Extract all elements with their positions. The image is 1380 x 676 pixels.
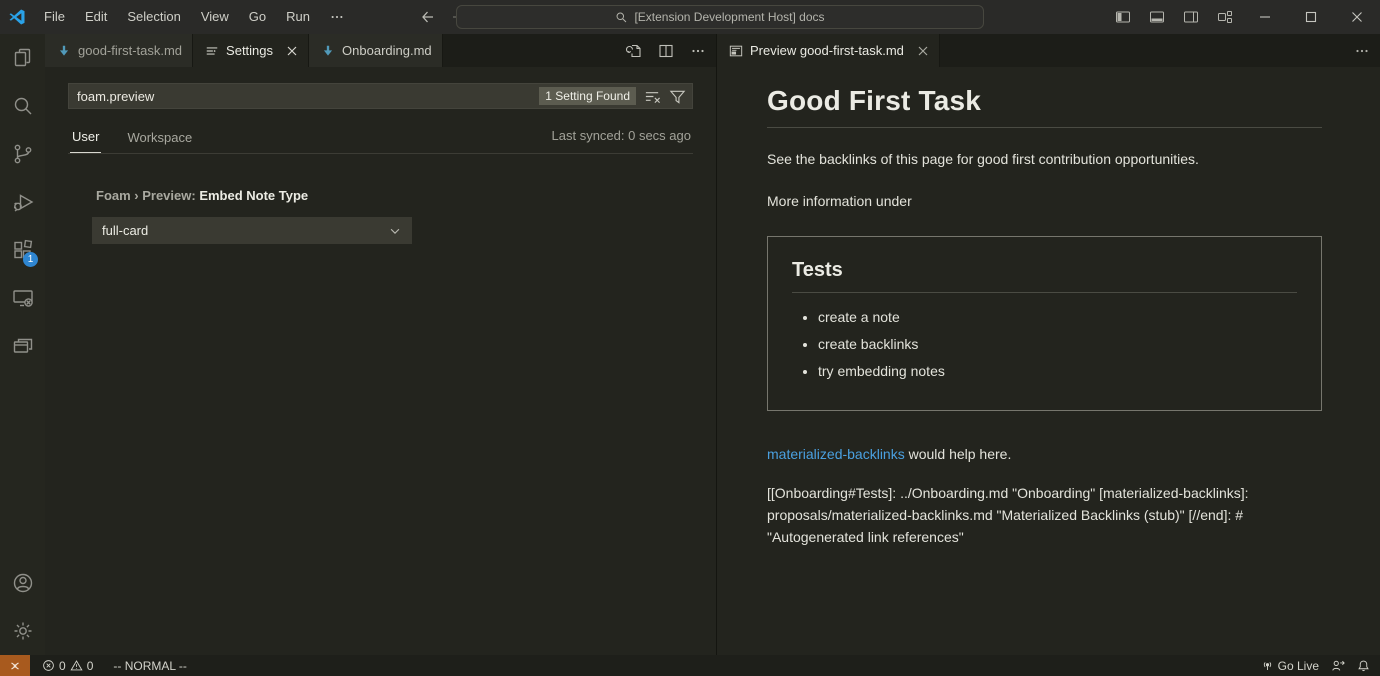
vim-mode-indicator[interactable]: -- NORMAL --: [107, 655, 193, 676]
menu-go[interactable]: Go: [239, 5, 276, 29]
preview-paragraph: See the backlinks of this page for good …: [767, 149, 1322, 170]
markdown-preview-icon: [729, 44, 743, 58]
tab-label: Settings: [226, 43, 273, 58]
scope-tab-user[interactable]: User: [70, 125, 101, 153]
errors-icon: [42, 659, 55, 672]
more-actions-icon[interactable]: [686, 39, 710, 63]
clear-settings-filter-icon[interactable]: [644, 88, 661, 105]
tab-label: good-first-task.md: [78, 43, 182, 58]
remote-indicator[interactable]: [0, 655, 30, 676]
errors-count: 0: [59, 659, 66, 673]
list-item: create a note: [818, 307, 1297, 327]
setting-name-label: Embed Note Type: [199, 188, 308, 203]
title-bar: File Edit Selection View Go Run [Extensi…: [0, 0, 1380, 34]
embedded-note-list: create a note create backlinks try embed…: [792, 307, 1297, 381]
split-editor-icon[interactable]: [654, 39, 678, 63]
accounts-icon[interactable]: [0, 559, 45, 607]
tab-settings[interactable]: Settings: [193, 34, 309, 67]
chevron-down-icon: [388, 224, 402, 238]
link-paragraph: materialized-backlinks would help here.: [767, 444, 1322, 465]
editor-group-right: Preview good-first-task.md Good First Ta…: [716, 34, 1380, 655]
settings-search-input[interactable]: foam.preview 1 Setting Found: [68, 83, 693, 109]
tab-label: Onboarding.md: [342, 43, 432, 58]
link-references-paragraph: [[Onboarding#Tests]: ../Onboarding.md "O…: [767, 482, 1327, 548]
manage-settings-gear-icon[interactable]: [0, 607, 45, 655]
back-arrow-icon[interactable]: [420, 9, 436, 25]
activity-bar: 1: [0, 34, 45, 655]
extensions-badge: 1: [23, 252, 38, 267]
menu-file[interactable]: File: [34, 5, 75, 29]
minimize-button[interactable]: [1242, 0, 1288, 34]
markdown-file-icon: [321, 44, 335, 58]
scope-tab-workspace[interactable]: Workspace: [125, 126, 194, 153]
close-tab-icon[interactable]: [286, 45, 298, 57]
search-view-icon[interactable]: [0, 82, 45, 130]
run-and-debug-icon[interactable]: [0, 178, 45, 226]
embedded-note-heading: Tests: [792, 259, 1297, 293]
link-suffix-text: would help here.: [905, 446, 1012, 462]
tab-onboarding[interactable]: Onboarding.md: [309, 34, 443, 67]
windows-view-icon[interactable]: [0, 322, 45, 370]
select-value: full-card: [102, 223, 148, 238]
editor-group-left: good-first-task.md Settings Onboarding.m…: [45, 34, 716, 655]
menu-edit[interactable]: Edit: [75, 5, 117, 29]
command-center-label: [Extension Development Host] docs: [634, 10, 824, 24]
customize-layout-icon[interactable]: [1208, 0, 1242, 34]
status-bar: 0 0 -- NORMAL -- Go Live: [0, 655, 1380, 676]
embedded-note-card: Tests create a note create backlinks try…: [767, 236, 1322, 411]
preview-heading: Good First Task: [767, 85, 1322, 128]
notifications-bell-icon[interactable]: [1351, 655, 1380, 676]
menu-run[interactable]: Run: [276, 5, 320, 29]
menu-selection[interactable]: Selection: [117, 5, 190, 29]
tab-good-first-task[interactable]: good-first-task.md: [45, 34, 193, 67]
warnings-count: 0: [87, 659, 94, 673]
remote-explorer-icon[interactable]: [0, 274, 45, 322]
settings-scope-row: User Workspace Last synced: 0 secs ago: [68, 125, 693, 154]
tab-bar-right: Preview good-first-task.md: [717, 34, 1380, 67]
markdown-preview-pane: Good First Task See the backlinks of thi…: [717, 67, 1380, 548]
menu-overflow-icon[interactable]: [320, 10, 354, 24]
more-actions-icon[interactable]: [1350, 39, 1374, 63]
settings-editor: foam.preview 1 Setting Found User Worksp…: [45, 67, 716, 244]
toggle-primary-sidebar-icon[interactable]: [1106, 0, 1140, 34]
preview-paragraph: More information under: [767, 191, 1322, 212]
maximize-button[interactable]: [1288, 0, 1334, 34]
embed-note-type-select[interactable]: full-card: [92, 217, 412, 244]
vscode-logo-icon: [0, 8, 34, 26]
open-settings-json-icon[interactable]: [622, 39, 646, 63]
settings-search-value: foam.preview: [77, 89, 539, 104]
markdown-file-icon: [57, 44, 71, 58]
last-synced-label: Last synced: 0 secs ago: [552, 128, 691, 151]
explorer-icon[interactable]: [0, 34, 45, 82]
materialized-backlinks-link[interactable]: materialized-backlinks: [767, 446, 905, 462]
go-live-label: Go Live: [1278, 659, 1319, 673]
broadcast-icon: [1261, 659, 1274, 672]
list-item: create backlinks: [818, 334, 1297, 354]
setting-embed-note-type: Foam › Preview: Embed Note Type full-car…: [96, 188, 693, 244]
close-window-button[interactable]: [1334, 0, 1380, 34]
feedback-person-icon[interactable]: [1325, 655, 1351, 676]
tab-preview-good-first-task[interactable]: Preview good-first-task.md: [717, 34, 940, 67]
problems-status[interactable]: 0 0: [36, 655, 99, 676]
command-center-search[interactable]: [Extension Development Host] docs: [456, 5, 984, 29]
toggle-secondary-sidebar-icon[interactable]: [1174, 0, 1208, 34]
tab-label: Preview good-first-task.md: [750, 43, 904, 58]
go-live-button[interactable]: Go Live: [1255, 655, 1325, 676]
warnings-icon: [70, 659, 83, 672]
list-item: try embedding notes: [818, 361, 1297, 381]
filter-settings-icon[interactable]: [669, 88, 686, 105]
settings-found-badge: 1 Setting Found: [539, 87, 636, 105]
menu-view[interactable]: View: [191, 5, 239, 29]
source-control-icon[interactable]: [0, 130, 45, 178]
close-tab-icon[interactable]: [917, 45, 929, 57]
toggle-panel-icon[interactable]: [1140, 0, 1174, 34]
setting-category-label: Foam › Preview:: [96, 188, 199, 203]
tab-bar-left: good-first-task.md Settings Onboarding.m…: [45, 34, 716, 67]
extensions-icon[interactable]: 1: [0, 226, 45, 274]
settings-list-icon: [205, 44, 219, 58]
search-icon: [615, 11, 628, 24]
